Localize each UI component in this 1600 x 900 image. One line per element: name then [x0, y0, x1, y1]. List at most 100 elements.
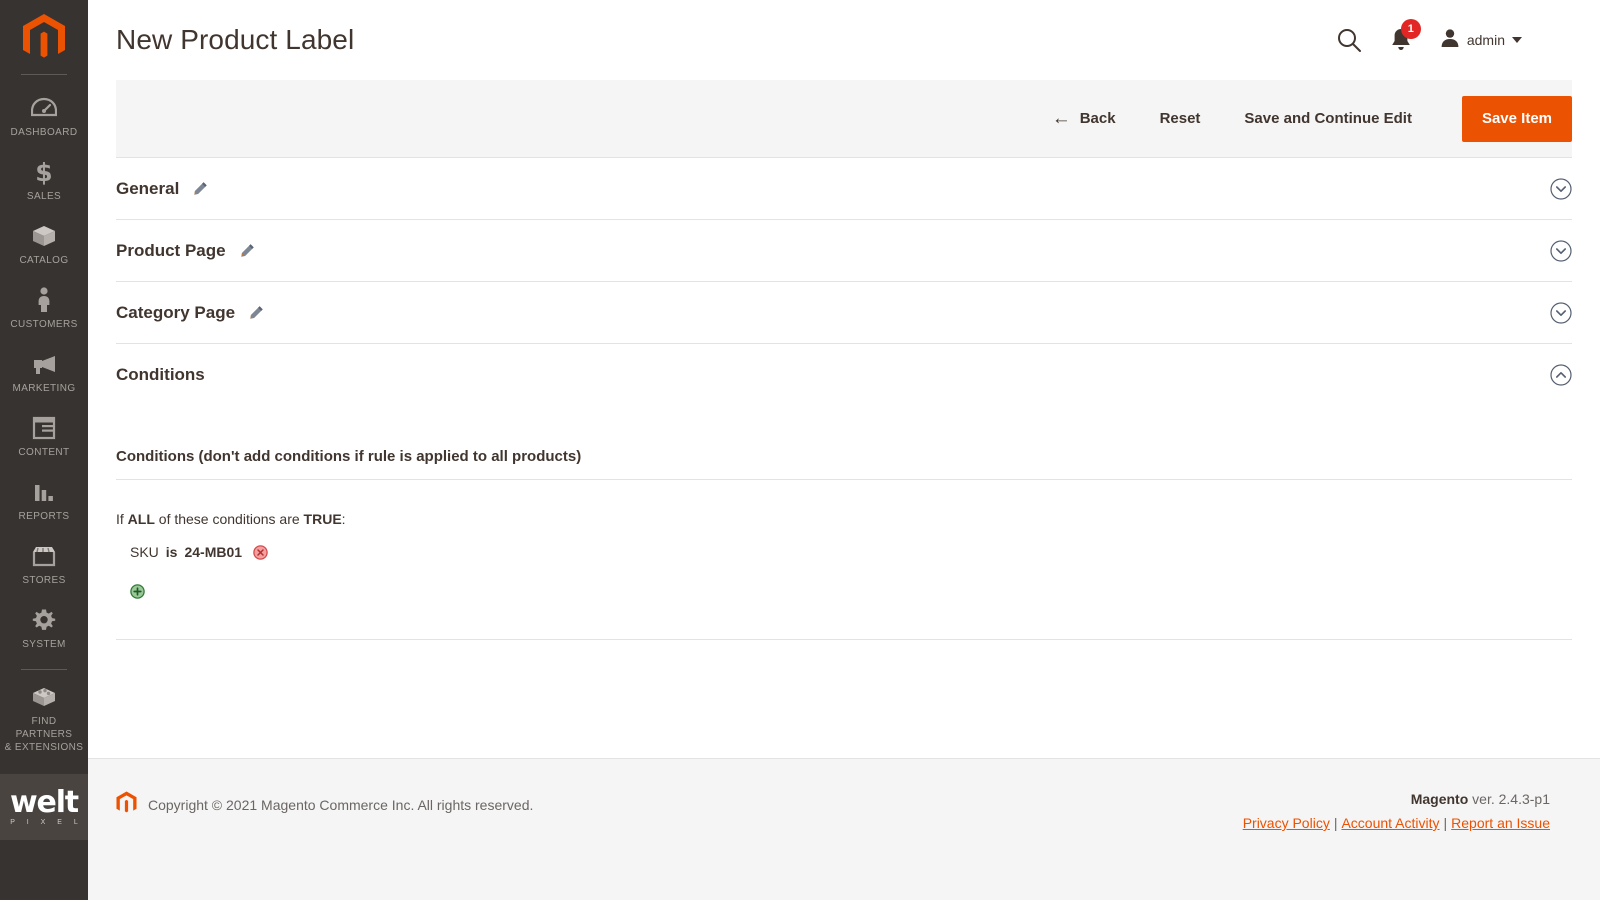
- conditions-editor: If ALL of these conditions are TRUE: SKU…: [116, 480, 1572, 640]
- sidebar-item-label: MARKETING: [12, 383, 76, 394]
- sidebar-item-label: STORES: [22, 575, 66, 586]
- sidebar-item-label: FIND PARTNERS: [15, 716, 73, 740]
- sidebar-item-marketing[interactable]: MARKETING: [0, 341, 88, 405]
- sidebar-item-system[interactable]: SYSTEM: [0, 597, 88, 661]
- section-header-conditions[interactable]: Conditions: [116, 344, 1572, 406]
- extension-brick-icon: [31, 684, 57, 710]
- link-separator: |: [1443, 815, 1448, 831]
- back-button[interactable]: ← Back: [1030, 80, 1138, 157]
- sidebar-divider-bottom: [21, 669, 67, 670]
- page-footer: Copyright © 2021 Magento Commerce Inc. A…: [88, 758, 1600, 900]
- magento-logo-icon: [23, 14, 65, 58]
- conditions-aggregator-line: If ALL of these conditions are TRUE:: [116, 508, 1572, 530]
- sidebar-item-catalog[interactable]: CATALOG: [0, 213, 88, 277]
- section-header-product-page[interactable]: Product Page: [116, 220, 1572, 282]
- sidebar-item-sales[interactable]: $ SALES: [0, 149, 88, 213]
- sidebar-item-dashboard[interactable]: DASHBOARD: [0, 85, 88, 149]
- page-header: New Product Label 1 admin: [88, 0, 1600, 80]
- admin-user-menu[interactable]: admin: [1440, 28, 1522, 53]
- chevron-up-circle-icon[interactable]: [1550, 364, 1572, 386]
- account-activity-link[interactable]: Account Activity: [1341, 815, 1439, 831]
- version-text: ver. 2.4.3-p1: [1468, 791, 1550, 807]
- sidebar-item-label: CATALOG: [19, 255, 69, 266]
- section-title: Conditions: [116, 365, 205, 384]
- sidebar-item-label: REPORTS: [18, 511, 70, 522]
- mid-text: of these conditions are: [158, 511, 300, 527]
- chevron-down-circle-icon[interactable]: [1550, 177, 1572, 200]
- dashboard-gauge-icon: [31, 95, 57, 121]
- save-and-continue-label: Save and Continue Edit: [1244, 110, 1412, 127]
- sidebar-item-reports[interactable]: REPORTS: [0, 469, 88, 533]
- colon-text: :: [341, 511, 346, 527]
- bar-chart-icon: [32, 479, 56, 505]
- person-icon: [35, 287, 53, 313]
- reset-button[interactable]: Reset: [1138, 80, 1223, 157]
- sidebar-item-label: CONTENT: [18, 447, 70, 458]
- layout-icon: [32, 415, 56, 441]
- weltpixel-branding[interactable]: welt P I X E L: [0, 774, 88, 840]
- form-sections: General Product Page Category Page Condi…: [88, 158, 1600, 640]
- remove-circle-icon[interactable]: [253, 544, 268, 560]
- sidebar-item-label: DASHBOARD: [10, 127, 78, 138]
- chevron-down-circle-icon[interactable]: [1550, 239, 1572, 262]
- sidebar-item-stores[interactable]: STORES: [0, 533, 88, 597]
- chevron-down-circle-icon[interactable]: [1550, 301, 1572, 324]
- sidebar-item-find-partners[interactable]: FIND PARTNERS & EXTENSIONS: [0, 674, 88, 764]
- magento-logo-icon: [116, 791, 137, 819]
- caret-down-icon: [1512, 37, 1522, 43]
- copyright-text: Copyright © 2021 Magento Commerce Inc. A…: [148, 797, 534, 813]
- back-button-label: Back: [1079, 110, 1116, 127]
- sidebar-divider-top: [21, 74, 67, 75]
- search-icon[interactable]: [1336, 27, 1362, 53]
- page-actions-toolbar: ← Back Reset Save and Continue Edit Save…: [116, 80, 1572, 158]
- save-item-button[interactable]: Save Item: [1461, 95, 1572, 142]
- pencil-icon[interactable]: [240, 243, 255, 258]
- section-title: Product Page: [116, 240, 226, 260]
- condition-attribute[interactable]: SKU: [130, 544, 159, 560]
- report-issue-link[interactable]: Report an Issue: [1451, 815, 1550, 831]
- main-content: New Product Label 1 admin ← Back Reset S…: [88, 0, 1600, 900]
- gear-icon: [32, 607, 56, 633]
- save-and-continue-button[interactable]: Save and Continue Edit: [1222, 80, 1434, 157]
- pencil-icon[interactable]: [193, 181, 208, 196]
- pencil-icon[interactable]: [249, 305, 264, 320]
- section-title: General: [116, 178, 180, 198]
- page-title: New Product Label: [116, 24, 355, 55]
- weltpixel-secondary: P I X E L: [10, 819, 83, 826]
- notification-count-badge: 1: [1400, 19, 1421, 39]
- link-separator: |: [1333, 815, 1338, 831]
- sidebar-nav: DASHBOARD $ SALES CATALOG CUSTOMERS MARK…: [0, 85, 88, 764]
- sidebar-item-content[interactable]: CONTENT: [0, 405, 88, 469]
- section-header-category-page[interactable]: Category Page: [116, 282, 1572, 344]
- add-condition-row: [130, 584, 1572, 599]
- dollar-sign-icon: $: [34, 159, 54, 185]
- weltpixel-primary: welt: [10, 785, 79, 820]
- admin-user-name: admin: [1466, 32, 1505, 48]
- add-circle-icon[interactable]: [130, 584, 145, 599]
- sidebar-item-label: CUSTOMERS: [10, 319, 78, 330]
- svg-text:$: $: [35, 159, 52, 185]
- conditions-panel: Conditions (don't add conditions if rule…: [116, 406, 1572, 640]
- section-header-general[interactable]: General: [116, 158, 1572, 220]
- sidebar-item-customers[interactable]: CUSTOMERS: [0, 277, 88, 341]
- notifications-bell-icon[interactable]: 1: [1390, 19, 1421, 52]
- admin-page: DASHBOARD $ SALES CATALOG CUSTOMERS MARK…: [0, 0, 1600, 900]
- reset-button-label: Reset: [1159, 110, 1201, 127]
- condition-row: SKU is 24-MB01: [130, 544, 1572, 560]
- condition-value[interactable]: 24-MB01: [184, 544, 242, 560]
- footer-right: Magento ver. 2.4.3-p1 Privacy Policy | Acc…: [1243, 791, 1550, 831]
- condition-operator[interactable]: is: [166, 544, 178, 560]
- magento-brand: Magento: [1410, 791, 1469, 807]
- header-actions: 1 admin: [1336, 19, 1572, 53]
- footer-copyright: Copyright © 2021 Magento Commerce Inc. A…: [116, 791, 533, 819]
- storefront-icon: [31, 543, 57, 569]
- value-bool-select[interactable]: TRUE: [304, 511, 342, 527]
- if-text: If: [116, 511, 124, 527]
- sidebar-logo[interactable]: [0, 0, 88, 74]
- aggregator-select[interactable]: ALL: [128, 511, 155, 527]
- privacy-policy-link[interactable]: Privacy Policy: [1243, 815, 1330, 831]
- sidebar-item-label: SALES: [26, 191, 62, 202]
- section-title: Category Page: [116, 302, 236, 322]
- megaphone-icon: [31, 351, 57, 377]
- conditions-legend: Conditions (don't add conditions if rule…: [116, 448, 1572, 480]
